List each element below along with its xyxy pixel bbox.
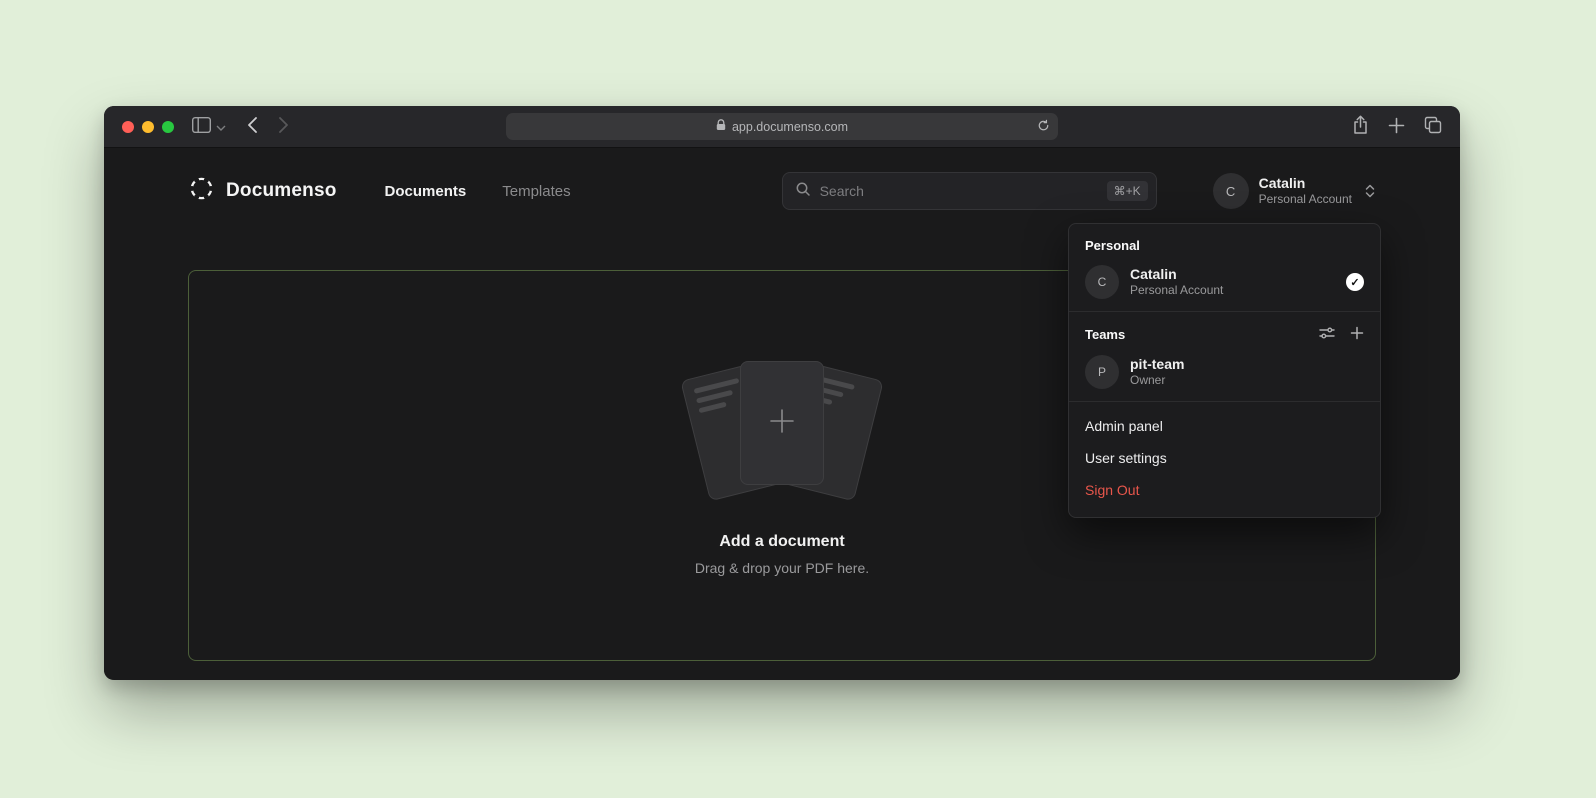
minimize-window-button[interactable] bbox=[142, 121, 154, 133]
document-cards-illustration bbox=[672, 359, 892, 495]
reload-icon bbox=[1037, 119, 1050, 135]
menu-item-admin-panel[interactable]: Admin panel bbox=[1069, 410, 1380, 442]
lock-icon bbox=[716, 119, 726, 134]
documenso-logo-icon bbox=[188, 175, 215, 207]
manage-teams-button[interactable] bbox=[1319, 326, 1335, 343]
address-bar[interactable]: app.documenso.com bbox=[506, 113, 1058, 140]
plus-icon bbox=[1388, 117, 1405, 137]
team-avatar: P bbox=[1085, 355, 1119, 389]
menu-actions: Admin panel User settings Sign Out bbox=[1069, 402, 1380, 517]
zoom-window-button[interactable] bbox=[162, 121, 174, 133]
search-icon bbox=[795, 181, 811, 202]
teams-section: Teams bbox=[1069, 312, 1380, 401]
account-type: Personal Account bbox=[1259, 192, 1352, 207]
team-role: Owner bbox=[1130, 373, 1184, 389]
team-item[interactable]: P pit-team Owner bbox=[1085, 355, 1364, 389]
browser-window: app.documenso.com bbox=[104, 106, 1460, 680]
dropzone-subtitle: Drag & drop your PDF here. bbox=[695, 560, 869, 576]
nav-documents[interactable]: Documents bbox=[385, 183, 467, 200]
team-name: pit-team bbox=[1130, 355, 1184, 373]
url-text: app.documenso.com bbox=[732, 120, 848, 134]
share-icon bbox=[1352, 115, 1369, 138]
search-shortcut-badge: ⌘+K bbox=[1107, 181, 1148, 201]
selected-check-icon: ✓ bbox=[1346, 273, 1364, 291]
account-text: Catalin Personal Account bbox=[1259, 175, 1352, 208]
window-controls bbox=[122, 121, 174, 133]
titlebar-right-controls bbox=[1352, 115, 1442, 138]
personal-heading: Personal bbox=[1085, 238, 1140, 253]
chevron-updown-icon bbox=[1364, 183, 1376, 199]
browser-titlebar: app.documenso.com bbox=[104, 106, 1460, 148]
close-window-button[interactable] bbox=[122, 121, 134, 133]
account-menu-button[interactable]: C Catalin Personal Account bbox=[1213, 173, 1376, 209]
tabs-icon bbox=[1424, 116, 1442, 137]
dropzone-title: Add a document bbox=[719, 533, 844, 551]
tab-overview-button[interactable] bbox=[1424, 116, 1442, 137]
sidebar-toggle-button[interactable] bbox=[192, 117, 211, 136]
account-name: Catalin bbox=[1259, 175, 1352, 193]
brand-name: Documenso bbox=[226, 180, 337, 202]
app-content: Documenso Documents Templates ⌘+K C Cata… bbox=[104, 148, 1460, 679]
sidebar-icon bbox=[192, 117, 211, 136]
share-button[interactable] bbox=[1352, 115, 1369, 138]
back-button[interactable] bbox=[248, 117, 257, 136]
app-header: Documenso Documents Templates ⌘+K C Cata… bbox=[104, 148, 1460, 234]
brand[interactable]: Documenso bbox=[188, 175, 337, 207]
add-team-button[interactable] bbox=[1350, 326, 1364, 343]
menu-item-sign-out[interactable]: Sign Out bbox=[1069, 474, 1380, 506]
personal-account-item[interactable]: C Catalin Personal Account ✓ bbox=[1085, 265, 1364, 299]
forward-chevron-icon bbox=[279, 117, 288, 136]
personal-subtitle: Personal Account bbox=[1130, 283, 1223, 299]
reload-button[interactable] bbox=[1037, 119, 1050, 135]
personal-avatar: C bbox=[1085, 265, 1119, 299]
add-plus-icon bbox=[767, 406, 797, 441]
document-card-center bbox=[740, 361, 824, 485]
menu-item-user-settings[interactable]: User settings bbox=[1069, 442, 1380, 474]
account-dropdown-menu: Personal C Catalin Personal Account ✓ Te… bbox=[1068, 223, 1381, 518]
personal-section: Personal C Catalin Personal Account ✓ bbox=[1069, 224, 1380, 311]
account-avatar: C bbox=[1213, 173, 1249, 209]
search-box[interactable]: ⌘+K bbox=[782, 172, 1157, 210]
teams-heading: Teams bbox=[1085, 327, 1125, 342]
plus-icon bbox=[1350, 326, 1364, 343]
new-tab-button[interactable] bbox=[1388, 117, 1405, 137]
back-chevron-icon bbox=[248, 117, 257, 136]
forward-button[interactable] bbox=[279, 117, 288, 136]
chevron-down-icon[interactable] bbox=[216, 118, 226, 136]
sliders-icon bbox=[1319, 326, 1335, 343]
search-input[interactable] bbox=[820, 183, 1098, 199]
nav-templates[interactable]: Templates bbox=[502, 183, 570, 200]
main-nav: Documents Templates bbox=[385, 183, 571, 200]
personal-name: Catalin bbox=[1130, 265, 1223, 283]
